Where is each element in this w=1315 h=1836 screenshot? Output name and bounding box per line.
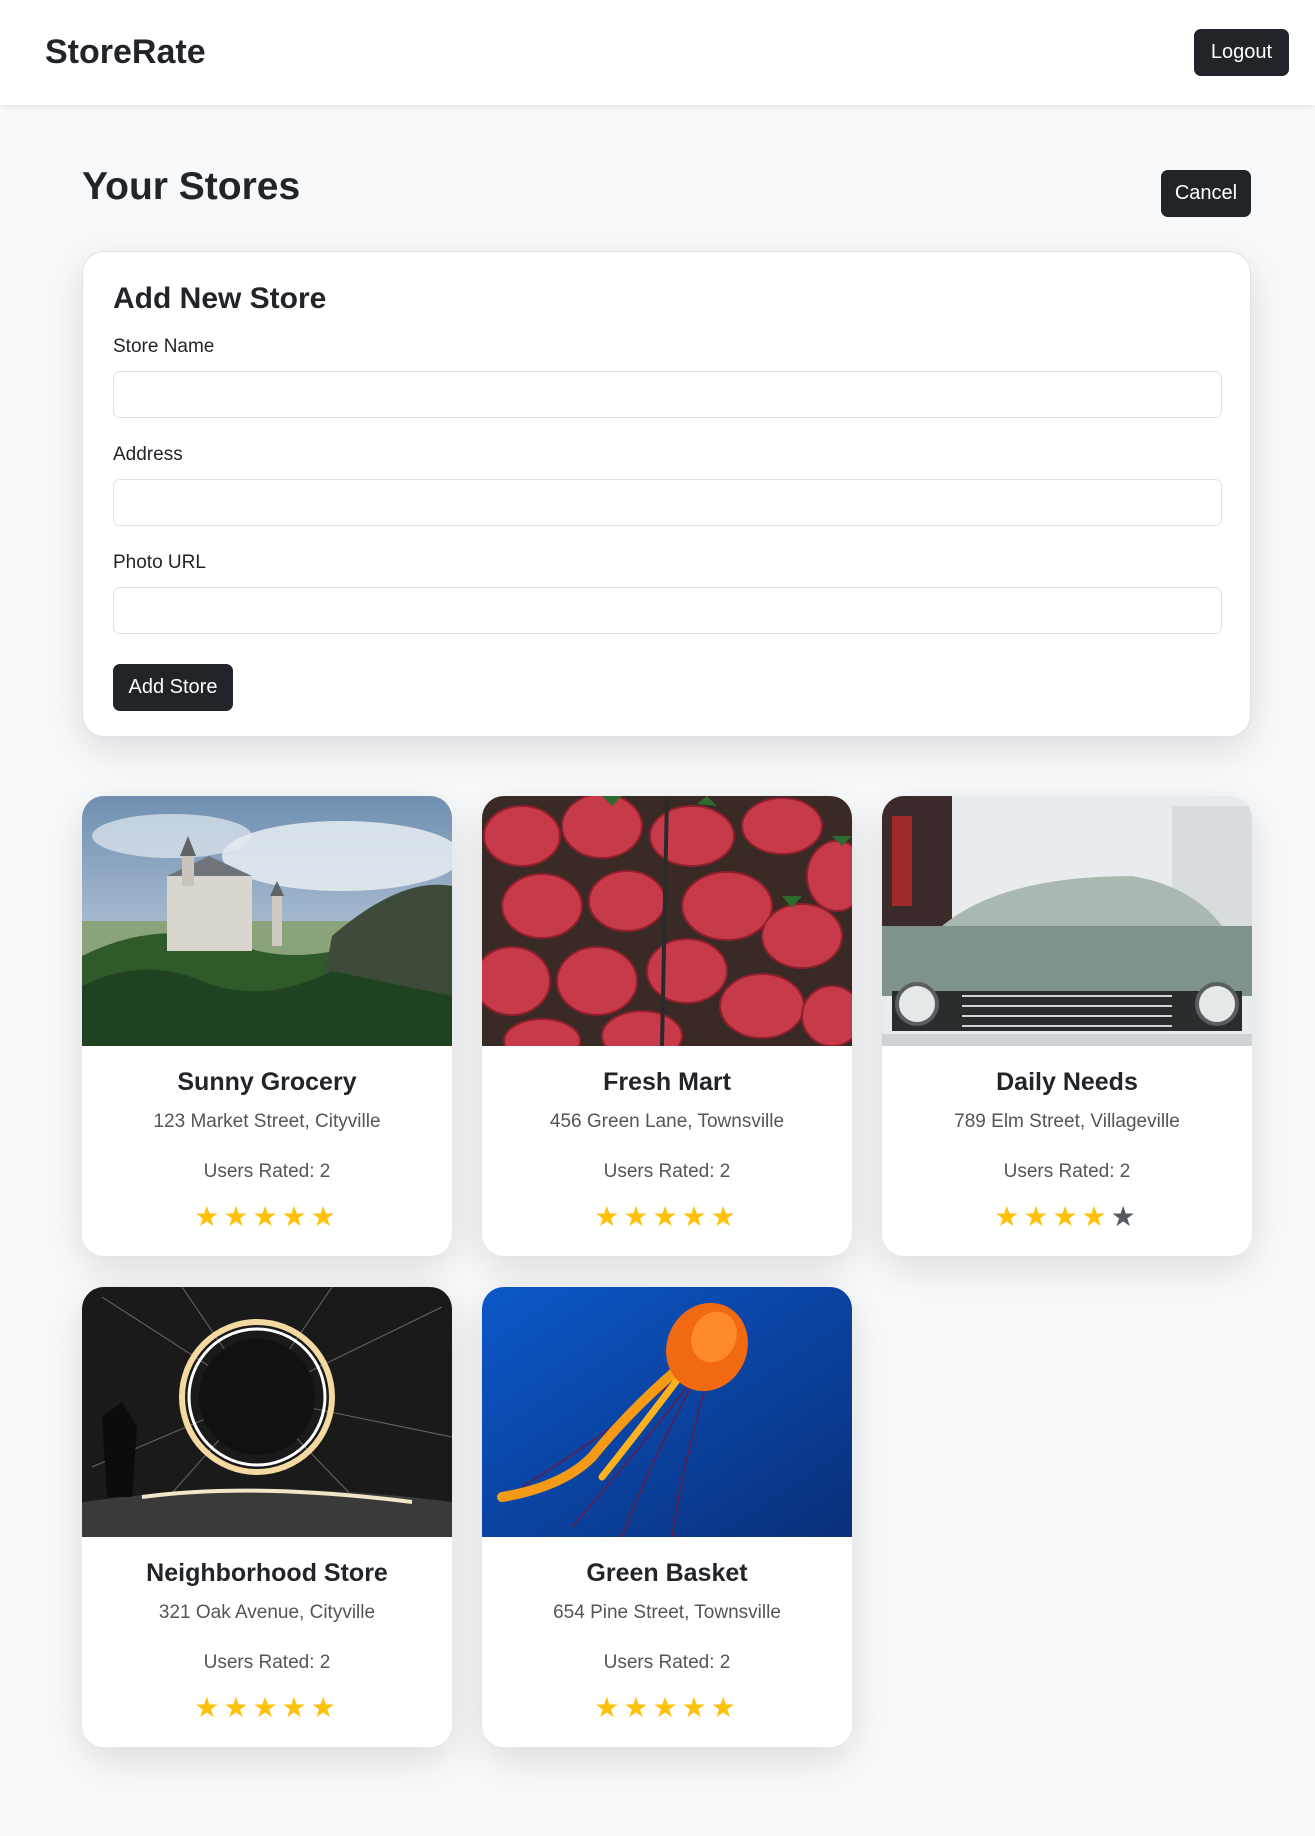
store-name: Sunny Grocery [177,1068,357,1096]
star-filled-icon: ★ [281,1201,311,1232]
address-label: Address [113,444,183,465]
star-filled-icon: ★ [594,1201,624,1232]
store-name: Daily Needs [996,1068,1138,1096]
users-rated-count: Users Rated: 2 [603,1652,731,1673]
star-rating: ★★★★★ [882,1203,1252,1231]
star-filled-icon: ★ [252,1201,282,1232]
store-card[interactable]: Sunny Grocery 123 Market Street, Cityvil… [82,796,452,1256]
photo-url-label: Photo URL [113,552,206,573]
top-navbar: StoreRate Logout [0,0,1315,105]
users-rated-count: Users Rated: 2 [203,1652,331,1673]
star-filled-icon: ★ [681,1201,711,1232]
star-filled-icon: ★ [623,1692,653,1723]
star-filled-icon: ★ [310,1201,340,1232]
star-rating: ★★★★★ [482,1694,852,1722]
star-filled-icon: ★ [623,1201,653,1232]
store-card[interactable]: Green Basket 654 Pine Street, Townsville… [482,1287,852,1747]
store-name: Fresh Mart [603,1068,731,1096]
star-filled-icon: ★ [710,1201,740,1232]
castle-on-forested-hill-image [82,796,452,1046]
page-title: Your Stores [82,165,301,208]
star-filled-icon: ★ [223,1201,253,1232]
store-name: Neighborhood Store [146,1559,388,1587]
users-rated-count: Users Rated: 2 [603,1161,731,1182]
logout-button[interactable]: Logout [1194,29,1289,76]
star-filled-icon: ★ [681,1692,711,1723]
store-address: 456 Green Lane, Townsville [549,1111,785,1132]
star-filled-icon: ★ [1081,1201,1111,1232]
store-address: 321 Oak Avenue, Cityville [158,1602,376,1623]
form-title: Add New Store [113,282,327,315]
store-card[interactable]: Daily Needs 789 Elm Street, Villageville… [882,796,1252,1256]
star-filled-icon: ★ [594,1692,624,1723]
store-card[interactable]: Fresh Mart 456 Green Lane, Townsville Us… [482,796,852,1256]
store-name-input[interactable] [113,371,1222,418]
orange-jellyfish-image [482,1287,852,1537]
star-filled-icon: ★ [223,1692,253,1723]
star-empty-icon: ★ [1110,1201,1140,1232]
star-filled-icon: ★ [1023,1201,1053,1232]
store-name-label: Store Name [113,336,215,357]
store-address: 654 Pine Street, Townsville [553,1602,781,1623]
star-filled-icon: ★ [194,1201,224,1232]
brand-logo[interactable]: StoreRate [45,33,206,72]
store-name: Green Basket [586,1559,748,1587]
star-filled-icon: ★ [652,1201,682,1232]
star-filled-icon: ★ [310,1692,340,1723]
cancel-button[interactable]: Cancel [1161,170,1251,217]
star-rating: ★★★★★ [82,1203,452,1231]
store-address: 789 Elm Street, Villageville [954,1111,1180,1132]
users-rated-count: Users Rated: 2 [203,1161,331,1182]
star-filled-icon: ★ [194,1692,224,1723]
store-card[interactable]: Neighborhood Store 321 Oak Avenue, Cityv… [82,1287,452,1747]
star-filled-icon: ★ [252,1692,282,1723]
store-address: 123 Market Street, Cityville [153,1111,381,1132]
star-filled-icon: ★ [281,1692,311,1723]
star-filled-icon: ★ [710,1692,740,1723]
star-rating: ★★★★★ [482,1203,852,1231]
add-store-form: Add New Store Store Name Address Photo U… [82,251,1251,737]
star-filled-icon: ★ [994,1201,1024,1232]
users-rated-count: Users Rated: 2 [1003,1161,1131,1182]
steel-wool-light-ring-image [82,1287,452,1537]
star-filled-icon: ★ [1052,1201,1082,1232]
strawberries-image [482,796,852,1046]
star-filled-icon: ★ [652,1692,682,1723]
photo-url-input[interactable] [113,587,1222,634]
star-rating: ★★★★★ [82,1694,452,1722]
add-store-button[interactable]: Add Store [113,664,233,711]
address-input[interactable] [113,479,1222,526]
vintage-car-front-image [882,796,1252,1046]
